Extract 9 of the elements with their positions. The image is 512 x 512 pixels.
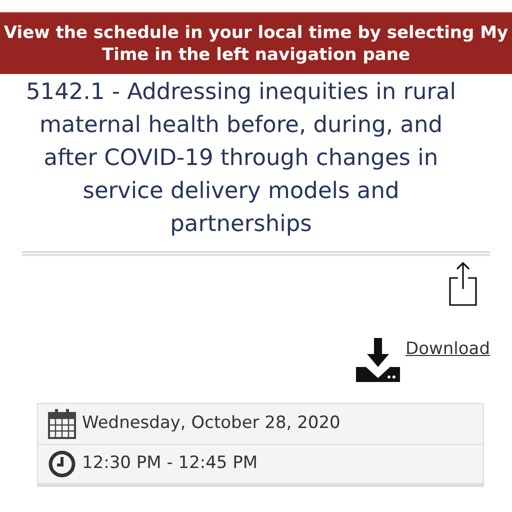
- clock-icon: [48, 450, 76, 478]
- session-title: 5142.1 - Addressing inequities in rural maternal health before, during, and after COVID-19 through changes in service delivery models and partnerships: [24, 78, 458, 239]
- download-link[interactable]: Download: [405, 337, 490, 384]
- share-icon[interactable]: [448, 262, 478, 307]
- date-text: Wednesday, October 28, 2020: [82, 412, 340, 435]
- download-icon[interactable]: [356, 338, 402, 384]
- time-text: 12:30 PM - 12:45 PM: [82, 452, 258, 475]
- notice-banner: View the schedule in your local time by selecting My Time in the left navigation pane: [0, 12, 512, 74]
- calendar-icon: [48, 408, 76, 438]
